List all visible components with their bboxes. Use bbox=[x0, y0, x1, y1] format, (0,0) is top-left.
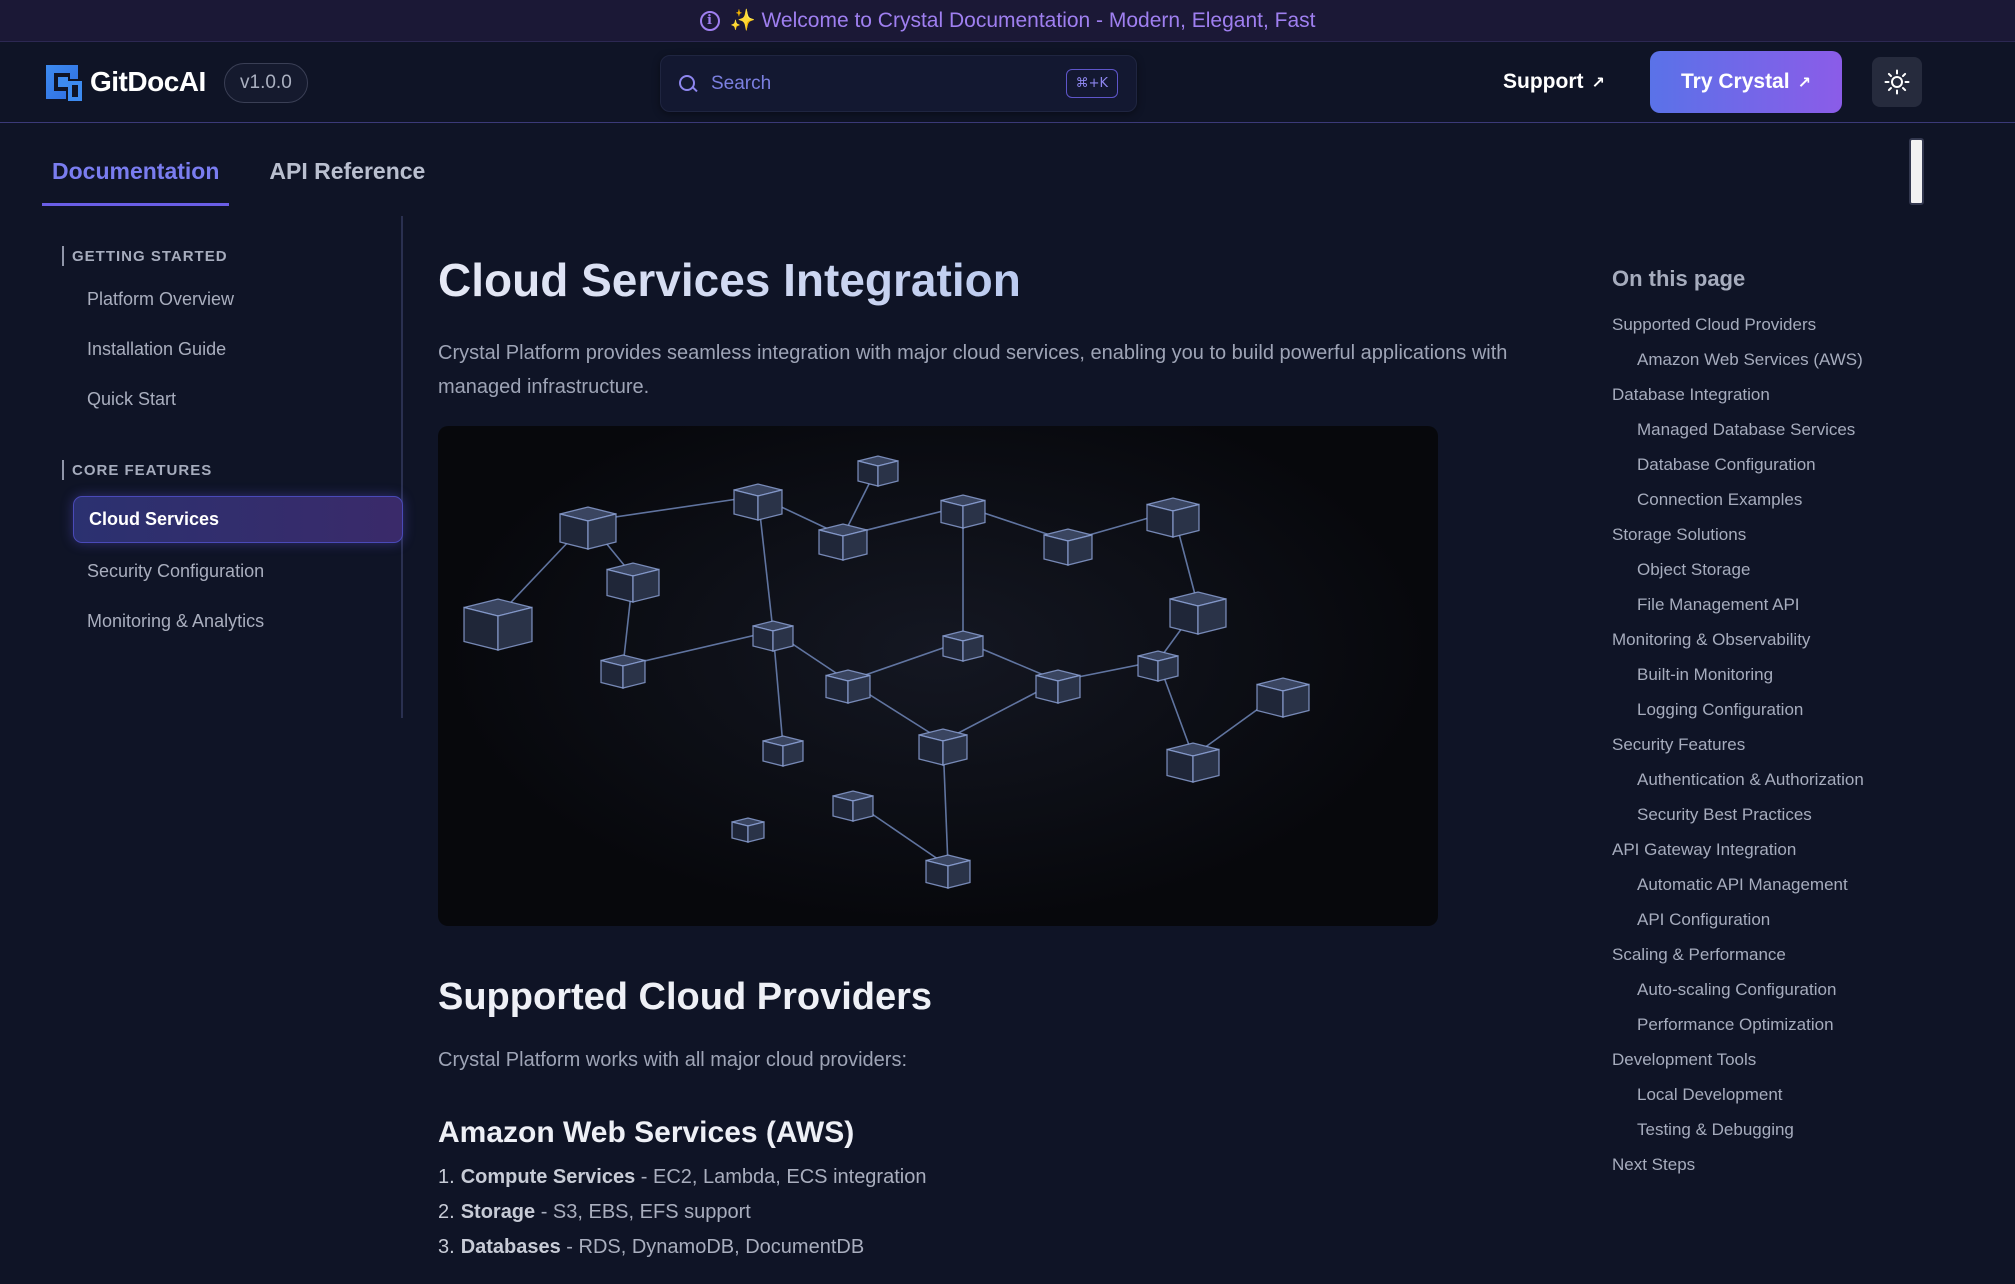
toc-link[interactable]: Development Tools bbox=[1612, 1047, 1882, 1072]
list-item: 2. Storage - S3, EBS, EFS support bbox=[438, 1201, 1548, 1236]
list-term: Compute Services bbox=[460, 1166, 636, 1188]
list-desc: - RDS, DynamoDB, DocumentDB bbox=[560, 1236, 865, 1258]
list-term: Storage bbox=[460, 1201, 536, 1223]
try-crystal-label: Try Crystal bbox=[1681, 70, 1790, 93]
scrollbar-thumb[interactable] bbox=[1909, 138, 1924, 205]
top-header: GitDocAI v1.0.0 Search ⌘+K Support ↗ Try… bbox=[0, 42, 2015, 123]
toc-link[interactable]: Connection Examples bbox=[1612, 487, 1882, 512]
version-badge[interactable]: v1.0.0 bbox=[224, 63, 308, 103]
toc-link[interactable]: Authentication & Authorization bbox=[1612, 767, 1882, 792]
logo-icon bbox=[46, 65, 82, 101]
try-crystal-button[interactable]: Try Crystal ↗ bbox=[1650, 51, 1842, 113]
brand-logo[interactable]: GitDocAI bbox=[42, 61, 206, 103]
sidebar-section-title: GETTING STARTED bbox=[72, 247, 228, 265]
sidebar-section-getting-started: GETTING STARTED bbox=[62, 246, 401, 266]
toc-link[interactable]: Scaling & Performance bbox=[1612, 942, 1882, 967]
sidebar-item-security-configuration[interactable]: Security Configuration bbox=[87, 546, 401, 596]
toc-link[interactable]: Logging Configuration bbox=[1612, 697, 1882, 722]
toc-link[interactable]: File Management API bbox=[1612, 592, 1882, 617]
toc-link[interactable]: Performance Optimization bbox=[1612, 1012, 1882, 1037]
sidebar-nav: GETTING STARTED Platform Overview Instal… bbox=[60, 216, 403, 718]
toc-link[interactable]: Built-in Monitoring bbox=[1612, 662, 1882, 687]
list-term: Databases bbox=[460, 1236, 561, 1258]
sidebar-item-cloud-services[interactable]: Cloud Services bbox=[73, 496, 403, 543]
announcement-text: ✨ Welcome to Crystal Documentation - Mod… bbox=[729, 8, 1316, 32]
toc-link[interactable]: Local Development bbox=[1612, 1082, 1882, 1107]
providers-intro: Crystal Platform works with all major cl… bbox=[438, 1049, 908, 1071]
toc-link[interactable]: Storage Solutions bbox=[1612, 522, 1882, 547]
toc-link[interactable]: Auto-scaling Configuration bbox=[1612, 977, 1882, 1002]
aws-services-list: 1. Compute Services - EC2, Lambda, ECS i… bbox=[438, 1166, 1548, 1271]
search-box[interactable]: Search ⌘+K bbox=[660, 55, 1137, 112]
external-link-icon: ↗ bbox=[1797, 72, 1811, 92]
info-icon: i bbox=[699, 10, 720, 31]
list-number: 2. bbox=[438, 1201, 455, 1223]
external-link-icon: ↗ bbox=[1591, 72, 1605, 92]
sidebar-item-platform-overview[interactable]: Platform Overview bbox=[87, 274, 401, 324]
sidebar-section-core-features: CORE FEATURES bbox=[62, 460, 401, 480]
announcement-bar: i ✨ Welcome to Crystal Documentation - M… bbox=[0, 0, 2015, 42]
toc-link[interactable]: Database Integration bbox=[1612, 382, 1882, 407]
table-of-contents: On this page Supported Cloud Providers Am… bbox=[1612, 266, 1882, 1187]
sidebar-item-quick-start[interactable]: Quick Start bbox=[87, 374, 401, 424]
toc-link[interactable]: Object Storage bbox=[1612, 557, 1882, 582]
section-heading-supported-providers: Supported Cloud Providers bbox=[438, 976, 933, 1018]
section-marker bbox=[62, 246, 64, 266]
list-number: 1. bbox=[438, 1166, 455, 1188]
subheading-aws: Amazon Web Services (AWS) bbox=[438, 1116, 855, 1149]
toc-link[interactable]: Managed Database Services bbox=[1612, 417, 1882, 442]
toc-link[interactable]: API Gateway Integration bbox=[1612, 837, 1882, 862]
list-desc: - EC2, Lambda, ECS integration bbox=[635, 1166, 927, 1188]
list-desc: - S3, EBS, EFS support bbox=[535, 1201, 751, 1223]
search-shortcut: ⌘+K bbox=[1065, 69, 1118, 98]
toc-link[interactable]: API Configuration bbox=[1612, 907, 1882, 932]
toc-link[interactable]: Security Features bbox=[1612, 732, 1882, 757]
list-number: 3. bbox=[438, 1236, 455, 1258]
brand-name: GitDocAI bbox=[90, 66, 206, 97]
hero-image bbox=[438, 426, 1438, 926]
intro-paragraph: Crystal Platform provides seamless integ… bbox=[438, 342, 1508, 398]
toc-list: Supported Cloud Providers Amazon Web Serv… bbox=[1612, 312, 1882, 1177]
tab-documentation[interactable]: Documentation bbox=[42, 146, 230, 206]
toc-link[interactable]: Automatic API Management bbox=[1612, 872, 1882, 897]
tab-api-reference[interactable]: API Reference bbox=[259, 146, 435, 206]
support-link[interactable]: Support ↗ bbox=[1503, 70, 1605, 94]
main-content: Cloud Services Integration Crystal Platf… bbox=[438, 250, 1548, 1271]
list-item: 3. Databases - RDS, DynamoDB, DocumentDB bbox=[438, 1236, 1548, 1271]
support-label: Support bbox=[1503, 70, 1584, 93]
toc-link[interactable]: Database Configuration bbox=[1612, 452, 1882, 477]
top-tabs: Documentation API Reference bbox=[42, 146, 435, 206]
list-item: 1. Compute Services - EC2, Lambda, ECS i… bbox=[438, 1166, 1548, 1201]
theme-toggle-button[interactable] bbox=[1872, 57, 1922, 107]
sidebar-section-title: CORE FEATURES bbox=[72, 461, 213, 479]
search-icon bbox=[679, 74, 697, 93]
page-title: Cloud Services Integration bbox=[438, 250, 1548, 310]
toc-link[interactable]: Testing & Debugging bbox=[1612, 1117, 1882, 1142]
toc-link[interactable]: Next Steps bbox=[1612, 1152, 1882, 1177]
network-cubes-illustration bbox=[463, 455, 1310, 889]
sidebar-item-monitoring-analytics[interactable]: Monitoring & Analytics bbox=[87, 596, 401, 646]
page-title-part2: Integration bbox=[783, 254, 1021, 306]
toc-link[interactable]: Supported Cloud Providers bbox=[1612, 312, 1882, 337]
search-input[interactable]: Search bbox=[711, 73, 1052, 95]
page-title-part1: Cloud Services bbox=[438, 254, 784, 306]
sidebar-item-installation-guide[interactable]: Installation Guide bbox=[87, 324, 401, 374]
sun-icon bbox=[1884, 69, 1910, 95]
toc-link[interactable]: Security Best Practices bbox=[1612, 802, 1882, 827]
section-marker bbox=[62, 460, 64, 480]
toc-link[interactable]: Amazon Web Services (AWS) bbox=[1612, 347, 1882, 372]
toc-title: On this page bbox=[1612, 266, 1746, 291]
toc-link[interactable]: Monitoring & Observability bbox=[1612, 627, 1882, 652]
